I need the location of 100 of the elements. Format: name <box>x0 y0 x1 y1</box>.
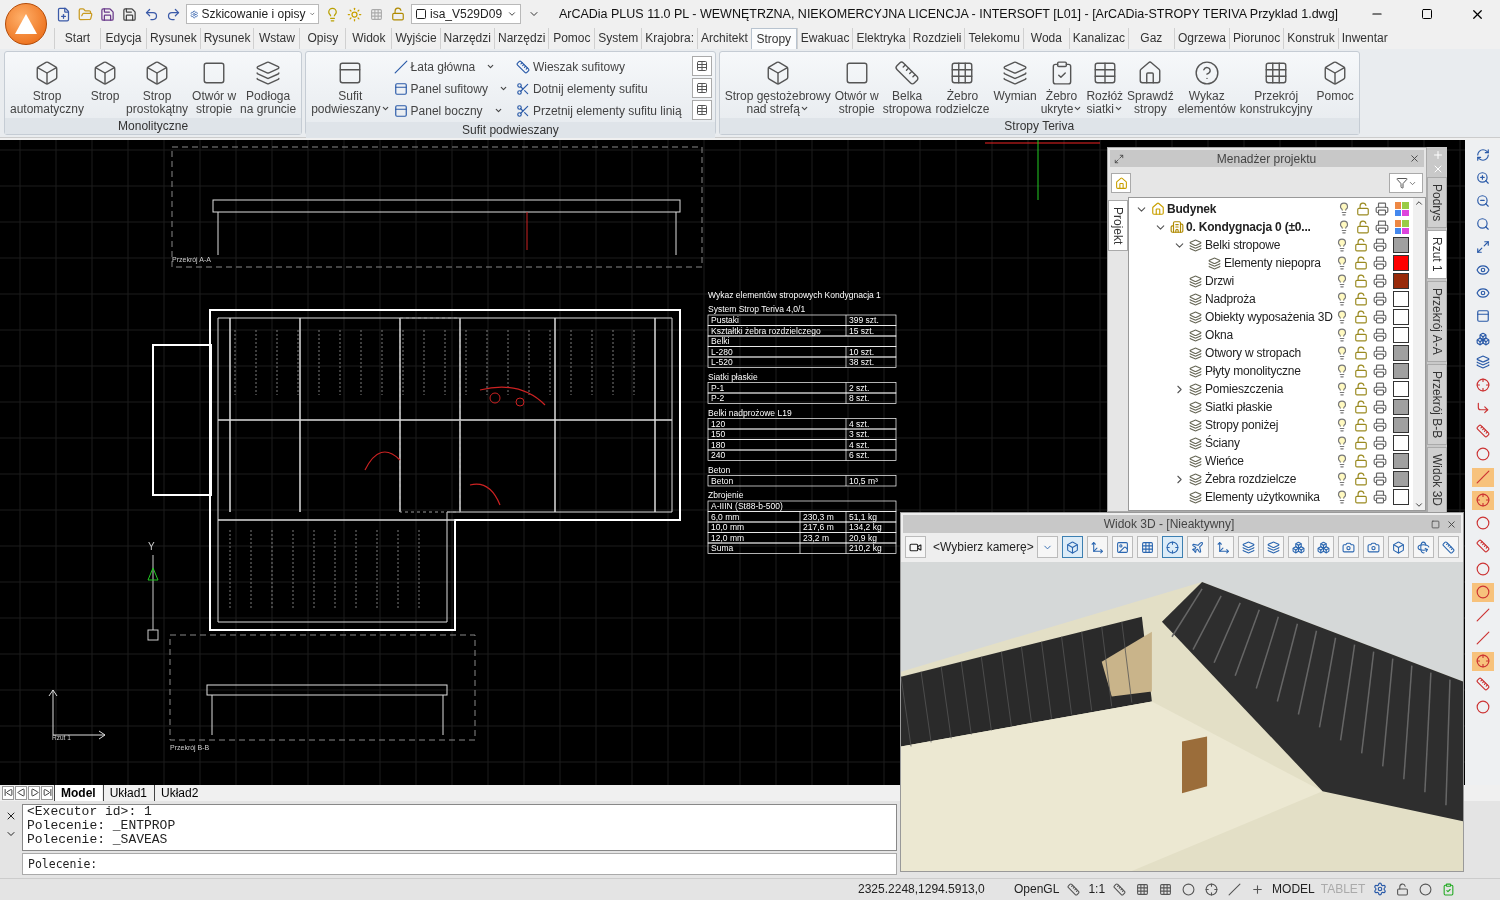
layout-tab[interactable]: Układ1 <box>102 784 154 801</box>
ribbon-button[interactable]: Dotnij elementy sufitu <box>513 77 684 100</box>
ribbon-button[interactable]: Panel boczny <box>391 99 510 122</box>
mode-toggle[interactable]: MODEL <box>1272 882 1315 897</box>
ribbon-button[interactable]: Strop prostokątny <box>124 53 191 116</box>
tree-item[interactable]: Belki stropowe <box>1205 238 1333 252</box>
tree-item[interactable]: Obiekty wyposażenia 3D <box>1205 310 1333 324</box>
ribbon-tab[interactable]: Krajobra: <box>641 28 698 49</box>
view-tab[interactable]: Rzut 1 <box>1427 230 1447 280</box>
tree-item[interactable]: Siatki płaskie <box>1205 400 1333 414</box>
tree-item[interactable]: Pomieszczenia <box>1205 382 1333 396</box>
ribbon-button[interactable]: Przekrój konstrukcyjny <box>1237 53 1315 116</box>
view-tab[interactable]: Podrys <box>1427 177 1447 229</box>
command-input[interactable]: Polecenie: <box>22 852 897 875</box>
ribbon-button[interactable]: Wymian <box>991 53 1039 103</box>
renderer-text[interactable]: OpenGL <box>1014 882 1060 897</box>
ribbon-tab[interactable]: Edycja <box>100 28 146 49</box>
ribbon-tab[interactable]: Gaz <box>1127 28 1174 49</box>
ribbon-tab[interactable]: Pomoc <box>548 28 595 49</box>
ribbon-button[interactable]: Strop automatyczny <box>8 53 87 116</box>
tree-item[interactable]: Elementy użytkownika <box>1205 490 1333 504</box>
ribbon-button[interactable]: Strop <box>86 53 125 103</box>
ribbon-tab[interactable]: Elektryka <box>852 28 909 49</box>
view-tab[interactable]: Widok 3D <box>1427 447 1447 514</box>
tree-item[interactable]: Ściany <box>1205 436 1333 450</box>
tree-item[interactable]: Budynek <box>1167 202 1335 216</box>
table-cell: 217,6 m <box>803 521 834 532</box>
ribbon-tab[interactable]: Kanalizac <box>1068 28 1128 49</box>
command-line: <Executor id>: 1 <box>27 804 153 819</box>
tree-item[interactable]: Żebra rozdzielcze <box>1205 472 1333 486</box>
ribbon-button[interactable]: Otwór w stropie <box>190 53 239 116</box>
ribbon-button[interactable]: Panel sufitowy <box>391 77 510 100</box>
ribbon-tab[interactable]: Opisy <box>299 28 346 49</box>
ribbon-tab[interactable]: Telekomu <box>964 28 1023 49</box>
workspace-dropdown[interactable]: Szkicowanie i opisy <box>186 4 319 24</box>
ribbon-tab[interactable]: Ewakuac <box>796 28 853 49</box>
ribbon-button[interactable]: Przetnij elementy sufitu linią <box>513 99 684 122</box>
ribbon-tab[interactable]: Rozdzieli <box>908 28 965 49</box>
table-cell: P-2 <box>711 392 725 403</box>
ribbon-tab[interactable]: Woda <box>1022 28 1069 49</box>
ribbon-tab[interactable]: Narzędzi <box>439 28 494 49</box>
ribbon-button[interactable]: Łata główna <box>391 55 510 78</box>
table-cell: 38 szt. <box>849 356 875 367</box>
tree-item[interactable]: Drzwi <box>1205 274 1333 288</box>
ribbon-tab[interactable]: Widok <box>345 28 392 49</box>
ribbon-button[interactable]: Rozłóż siatki <box>1084 53 1126 116</box>
table-cell: 51,1 kg <box>849 511 877 522</box>
ribbon-tab[interactable]: Start <box>54 28 100 49</box>
ribbon-tab[interactable]: Konstruk <box>1283 28 1338 49</box>
table-cell: 6 szt. <box>849 449 870 460</box>
coordinates-text: 2325.2248,1294.5913,0 <box>858 882 986 897</box>
ribbon-button[interactable]: Belka stropowa <box>880 53 934 116</box>
ribbon-button[interactable]: Wieszak sufitowy <box>513 55 684 78</box>
panel-title: Menadżer projektu <box>1216 151 1317 166</box>
ribbon-tab[interactable]: Wstaw <box>253 28 300 49</box>
table-cell: 180 <box>711 439 726 450</box>
tree-item[interactable]: Nadproża <box>1205 292 1333 306</box>
table-cell: 230,3 m <box>803 511 834 522</box>
ribbon-tab[interactable]: Wyjście <box>391 28 440 49</box>
tree-item[interactable]: Elementy niepopra <box>1224 256 1333 270</box>
ribbon-tab[interactable]: Architekt <box>697 28 751 49</box>
ribbon-tab[interactable]: Inwentar <box>1337 28 1391 49</box>
ribbon-button[interactable]: Podłoga na gruncie <box>238 53 299 116</box>
group-title: Stropy Teriva <box>719 117 1359 134</box>
tree-item[interactable]: Okna <box>1205 328 1333 342</box>
ribbon-tab[interactable]: Rysunek <box>199 28 254 49</box>
ribbon-tab[interactable]: System <box>594 28 642 49</box>
ribbon-tab[interactable]: Narzędzi <box>493 28 549 49</box>
ribbon-button[interactable]: Wykaz elementów <box>1175 53 1238 116</box>
layout-tab[interactable]: Układ2 <box>154 784 205 801</box>
camera-dropdown[interactable]: <Wybierz kamerę> <box>930 537 1034 557</box>
tree-item[interactable]: Stropy poniżej <box>1205 418 1333 432</box>
layer-dropdown[interactable]: isa_V529D09 <box>411 4 521 24</box>
ribbon-button[interactable]: Żebro ukryte <box>1038 53 1085 116</box>
ribbon-button[interactable]: Sprawdź stropy <box>1125 53 1176 116</box>
scale-text[interactable]: 1:1 <box>1088 882 1106 897</box>
table-cell: Pustaki <box>711 314 739 325</box>
table-cell: 4 szt. <box>849 418 870 429</box>
side-tab[interactable]: Projekt <box>1108 200 1128 252</box>
ribbon-button[interactable]: Otwór w stropie <box>832 53 881 116</box>
command-line: Polecenie: _SAVEAS <box>27 832 169 847</box>
ribbon-tab[interactable]: Rysunek <box>146 28 200 49</box>
view-tab[interactable]: Przekrój B-B <box>1427 363 1447 446</box>
tree-item[interactable]: Otwory w stropach <box>1205 346 1333 360</box>
ribbon-tab[interactable]: Ogrzewa <box>1173 28 1229 49</box>
ribbon-button[interactable]: Strop gęstożebrowy nad strefą <box>722 53 833 116</box>
table-cell: 10,0 mm <box>711 521 745 532</box>
ribbon-button[interactable]: Sufit podwieszany <box>309 53 392 116</box>
tree-item[interactable]: Płyty monolityczne <box>1205 364 1333 378</box>
table-cell: 6,0 mm <box>711 511 740 522</box>
schedule-heading: Belki nadprożowe L19 <box>708 407 792 418</box>
tree-item[interactable]: Wieńce <box>1205 454 1333 468</box>
ribbon-button[interactable]: Pomoc <box>1314 53 1356 103</box>
tree-item[interactable]: 0. Kondygnacja 0 (±0... <box>1186 220 1335 234</box>
window-title: Widok 3D - [Nieaktywny] <box>1102 517 1236 531</box>
ribbon-tab[interactable]: Piorunoc <box>1228 28 1284 49</box>
schedule-title: Wykaz elementów stropowych Kondygnacja 1 <box>708 289 881 300</box>
ribbon-tab[interactable]: Stropy <box>750 28 797 49</box>
ribbon-button[interactable]: Żebro rodzielcze <box>933 53 992 116</box>
view-tab[interactable]: Przekrój A-A <box>1427 281 1447 362</box>
